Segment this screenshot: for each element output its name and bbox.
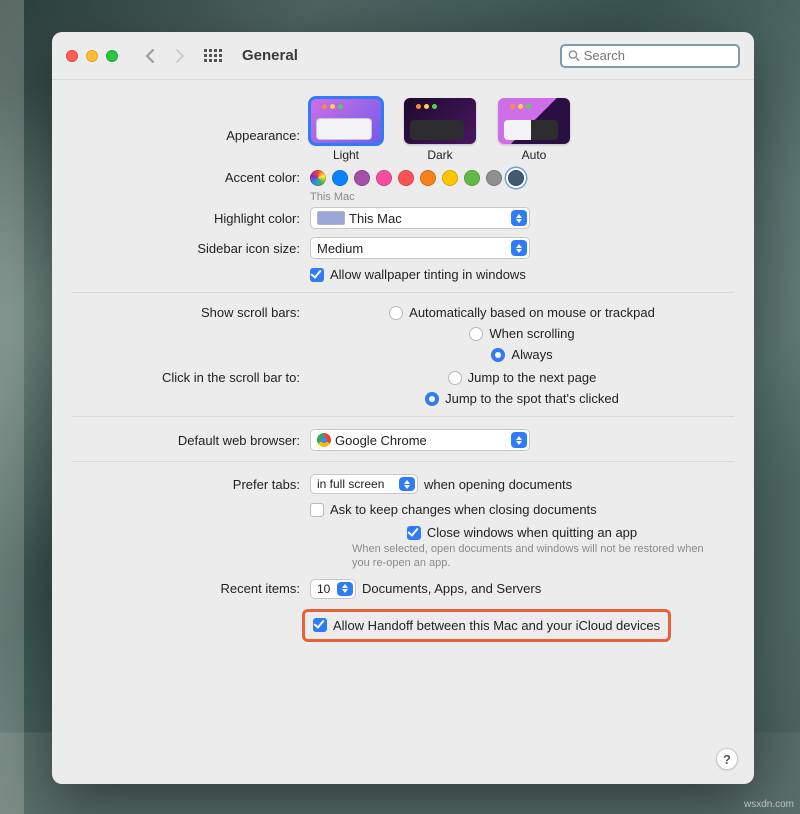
fullscreen-window-button[interactable]	[106, 50, 118, 62]
clickscroll-page-radio[interactable]	[448, 371, 462, 385]
scrollbars-label: Show scroll bars:	[72, 305, 310, 320]
appearance-option-light[interactable]: Light	[310, 98, 382, 162]
accent-caption: This Mac	[310, 191, 355, 203]
clickscroll-spot-radio[interactable]	[425, 392, 439, 406]
preferences-window: General Appearance: Light Dark	[52, 32, 754, 784]
handoff-checkbox[interactable]	[313, 618, 327, 632]
close-window-button[interactable]	[66, 50, 78, 62]
accent-red[interactable]	[398, 170, 414, 186]
content-pane: Appearance: Light Dark Auto	[52, 80, 754, 784]
chrome-icon	[317, 433, 331, 447]
highlight-select[interactable]: This Mac	[310, 207, 530, 229]
chevron-updown-icon	[337, 582, 353, 596]
accent-green[interactable]	[464, 170, 480, 186]
highlight-swatch-icon	[317, 211, 345, 225]
back-button[interactable]	[140, 46, 160, 66]
tabs-select[interactable]: in full screen	[310, 474, 418, 494]
window-title: General	[242, 47, 298, 64]
tabs-label: Prefer tabs:	[72, 477, 310, 492]
search-field[interactable]	[560, 44, 740, 68]
accent-purple[interactable]	[354, 170, 370, 186]
accent-blue[interactable]	[332, 170, 348, 186]
accent-thismac[interactable]	[508, 170, 524, 186]
accent-pink[interactable]	[376, 170, 392, 186]
close-windows-checkbox[interactable]	[407, 526, 421, 540]
sidebar-size-label: Sidebar icon size:	[72, 241, 310, 256]
appearance-option-dark[interactable]: Dark	[404, 98, 476, 162]
scrollbars-always-radio[interactable]	[491, 348, 505, 362]
accent-orange[interactable]	[420, 170, 436, 186]
accent-label: Accent color:	[72, 170, 310, 185]
handoff-label: Allow Handoff between this Mac and your …	[333, 618, 660, 633]
recent-label: Recent items:	[72, 581, 310, 596]
highlight-annotation: Allow Handoff between this Mac and your …	[302, 609, 671, 642]
browser-select[interactable]: Google Chrome	[310, 429, 530, 451]
search-icon	[568, 49, 580, 62]
watermark: wsxdn.com	[744, 799, 794, 810]
close-windows-note: When selected, open documents and window…	[352, 542, 712, 571]
clickscroll-label: Click in the scroll bar to:	[72, 370, 310, 385]
highlight-label: Highlight color:	[72, 211, 310, 226]
accent-multicolor[interactable]	[310, 170, 326, 186]
scrollbars-auto-radio[interactable]	[389, 306, 403, 320]
separator	[72, 416, 734, 417]
wallpaper-tint-checkbox[interactable]	[310, 268, 324, 282]
recent-select[interactable]: 10	[310, 579, 356, 599]
recent-suffix: Documents, Apps, and Servers	[362, 581, 541, 596]
chevron-updown-icon	[511, 432, 527, 448]
chevron-updown-icon	[399, 477, 415, 491]
window-controls	[66, 50, 118, 62]
close-windows-label: Close windows when quitting an app	[427, 525, 637, 540]
accent-graphite[interactable]	[486, 170, 502, 186]
appearance-label: Appearance:	[72, 98, 310, 143]
ask-keep-changes-checkbox[interactable]	[310, 503, 324, 517]
separator	[72, 461, 734, 462]
wallpaper-tint-label: Allow wallpaper tinting in windows	[330, 267, 526, 282]
sidebar-size-select[interactable]: Medium	[310, 237, 530, 259]
accent-swatches	[310, 170, 524, 186]
ask-keep-changes-label: Ask to keep changes when closing documen…	[330, 502, 597, 517]
chevron-updown-icon	[511, 210, 527, 226]
separator	[72, 292, 734, 293]
chevron-updown-icon	[511, 240, 527, 256]
browser-label: Default web browser:	[72, 433, 310, 448]
minimize-window-button[interactable]	[86, 50, 98, 62]
show-all-button[interactable]	[204, 49, 222, 62]
scrollbars-scrolling-radio[interactable]	[469, 327, 483, 341]
toolbar: General	[52, 32, 754, 80]
tabs-suffix: when opening documents	[424, 477, 572, 492]
search-input[interactable]	[584, 48, 732, 63]
appearance-option-auto[interactable]: Auto	[498, 98, 570, 162]
forward-button[interactable]	[170, 46, 190, 66]
help-button[interactable]: ?	[716, 748, 738, 770]
accent-yellow[interactable]	[442, 170, 458, 186]
